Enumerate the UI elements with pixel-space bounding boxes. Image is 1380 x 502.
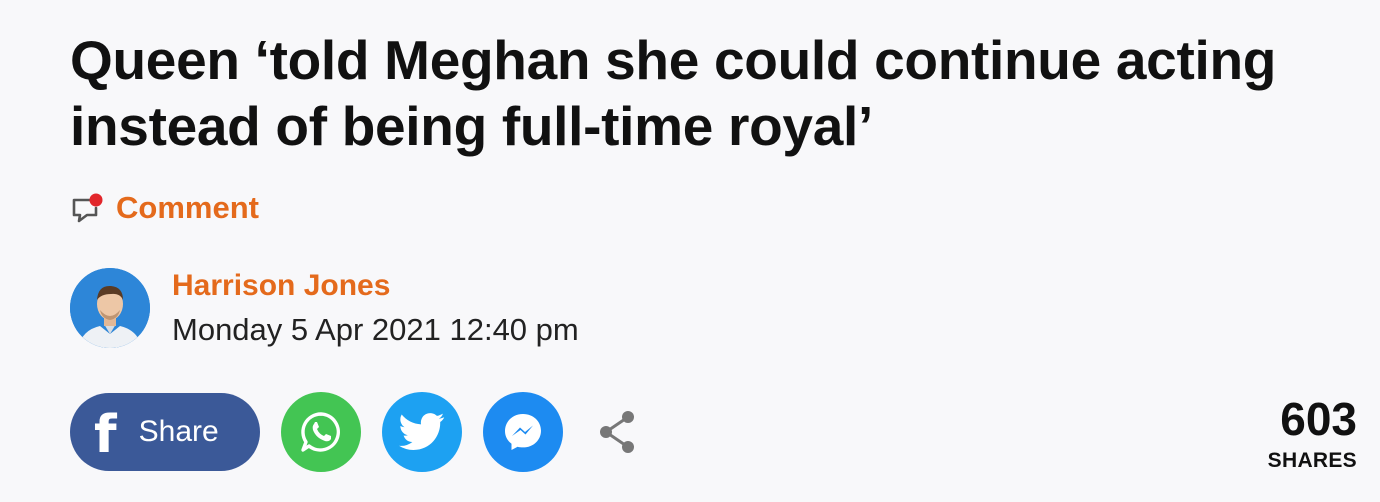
facebook-icon: f xyxy=(94,405,117,465)
share-count-label: SHARES xyxy=(1267,449,1357,472)
publish-date: Monday 5 Apr 2021 12:40 pm xyxy=(172,312,579,347)
whatsapp-share-button[interactable] xyxy=(281,392,361,472)
author-photo xyxy=(70,268,150,348)
author-name[interactable]: Harrison Jones xyxy=(172,266,390,306)
facebook-share-button[interactable]: f Share xyxy=(70,393,260,471)
comment-link[interactable]: Comment xyxy=(70,188,259,228)
twitter-share-button[interactable] xyxy=(382,392,462,472)
share-count-number: 603 xyxy=(1280,393,1357,445)
more-share-button[interactable] xyxy=(593,402,643,462)
share-bar: f Share xyxy=(70,392,643,472)
messenger-share-button[interactable] xyxy=(483,392,563,472)
messenger-icon xyxy=(505,414,541,450)
article-headline: Queen ‘told Meghan she could continue ac… xyxy=(70,29,1277,157)
facebook-share-label: Share xyxy=(138,415,219,448)
whatsapp-icon xyxy=(301,412,340,452)
share-icon xyxy=(600,411,634,453)
twitter-icon xyxy=(399,413,445,451)
comment-label: Comment xyxy=(116,190,259,225)
comment-icon xyxy=(72,193,103,223)
share-count: 603 SHARES xyxy=(1268,392,1357,474)
author-avatar[interactable] xyxy=(70,268,150,348)
